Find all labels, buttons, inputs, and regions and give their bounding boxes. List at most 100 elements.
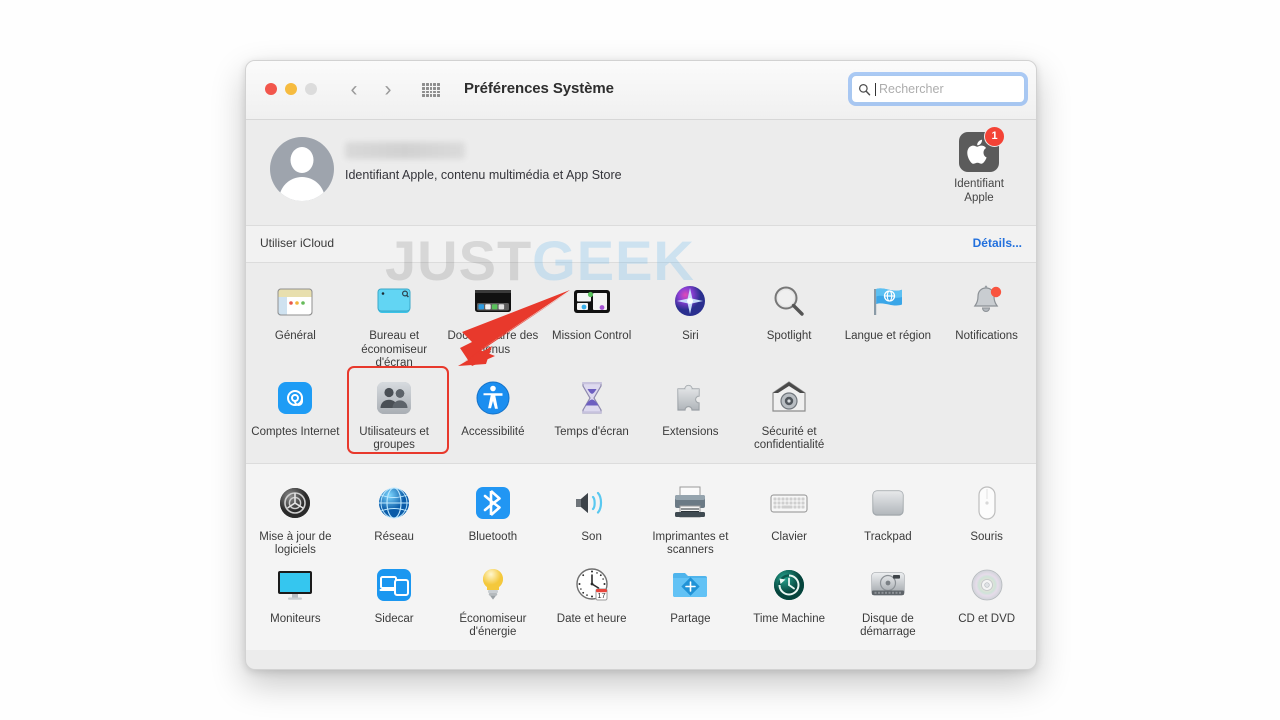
traffic-lights [265,83,317,95]
avatar-head [290,147,314,173]
forward-button[interactable]: › [382,78,394,102]
pref-item-general[interactable]: Général [246,275,345,371]
search-field[interactable]: Rechercher [851,75,1025,103]
dock-menubar-icon [444,279,543,325]
pref-item-mission-control[interactable]: Mission Control [542,275,641,371]
date-time-icon: 17 [542,562,641,608]
pref-item-language-region[interactable]: Langue et région [839,275,938,371]
desktop-screensaver-icon [345,279,444,325]
icloud-details-link[interactable]: Détails... [973,236,1022,250]
icloud-label: Utiliser iCloud [260,236,335,250]
pref-item-label: Partage [670,612,711,625]
bluetooth-icon [444,480,543,526]
spotlight-icon [740,279,839,325]
software-update-icon [246,480,345,526]
pref-item-label: Notifications [955,330,1018,342]
pref-item-users-groups[interactable]: Utilisateurs et groupes [345,371,444,453]
extensions-icon [641,375,740,421]
pref-item-sound[interactable]: Son [542,476,641,558]
pref-item-bluetooth[interactable]: Bluetooth [444,476,543,558]
pref-item-software-update[interactable]: Mise à jour de logiciels [246,476,345,558]
pref-item-label: Temps d'écran [554,425,629,438]
screenshot-root: ‹ › Préférences Système Rechercher Ident… [0,0,1280,720]
pref-item-label: Bureau et économiseur d'écran [361,330,428,369]
apple-logo-tile: 1 [959,126,1005,172]
avatar-body [279,177,325,201]
pref-item-siri[interactable]: Siri [641,275,740,371]
pref-item-label: Bluetooth [468,530,518,543]
pref-item-dock-menubar[interactable]: Dock et barre des menus [444,275,543,371]
sharing-icon [641,562,740,608]
pref-item-label: Mise à jour de logiciels [259,530,332,557]
pref-item-date-time[interactable]: 17 Date et heure [542,558,641,640]
security-privacy-icon [740,375,839,421]
apple-id-item[interactable]: 1 Identifiant Apple [936,126,1022,205]
mouse-icon [937,480,1036,526]
pref-item-label: Extensions [662,425,719,438]
pref-item-extensions[interactable]: Extensions [641,371,740,453]
pref-item-network[interactable]: Réseau [345,476,444,558]
language-region-icon [839,279,938,325]
pref-item-spotlight[interactable]: Spotlight [740,275,839,371]
pref-item-label: Son [581,530,602,543]
minimize-button[interactable] [285,83,297,95]
pref-item-label: Moniteurs [270,612,321,625]
apple-account-row[interactable]: Identifiant Apple, contenu multimédia et… [246,120,1036,226]
keyboard-icon [740,480,839,526]
svg-text:17: 17 [597,591,605,600]
pref-item-notifications[interactable]: Notifications [937,275,1036,371]
internet-accounts-icon [246,375,345,421]
pref-item-printers-scanners[interactable]: Imprimantes et scanners [641,476,740,558]
search-placeholder: Rechercher [879,82,944,96]
search-icon [859,83,871,95]
pref-item-label: Mission Control [552,330,632,342]
pref-item-mouse[interactable]: Souris [937,476,1036,558]
close-button[interactable] [265,83,277,95]
pref-item-label: Spotlight [766,330,812,342]
pref-item-sidecar[interactable]: Sidecar [345,558,444,640]
pref-item-label: Souris [970,530,1003,543]
general-icon [246,279,345,325]
sound-icon [542,480,641,526]
apple-id-label-line1: Identifiant [954,178,1004,190]
show-all-grid-icon[interactable] [422,83,440,97]
preferences-row: Mise à jour de logiciels Réseau Bluetoot… [246,476,1036,558]
pref-item-sharing[interactable]: Partage [641,558,740,640]
pref-item-startup-disk[interactable]: Disque de démarrage [839,558,938,640]
pref-item-internet-accounts[interactable]: Comptes Internet [246,371,345,453]
pref-item-keyboard[interactable]: Clavier [740,476,839,558]
avatar[interactable] [270,137,334,201]
printers-scanners-icon [641,480,740,526]
pref-item-label: Langue et région [844,330,932,342]
time-machine-icon [740,562,839,608]
navigation-arrows: ‹ › [348,78,394,102]
preferences-row: Moniteurs Sidecar Économiseur d'énergie … [246,558,1036,640]
pref-item-label: Accessibilité [461,425,525,438]
back-button[interactable]: ‹ [348,78,360,102]
text-caret [875,82,876,96]
account-subtitle: Identifiant Apple, contenu multimédia et… [345,168,622,182]
pref-item-label: Général [274,330,316,342]
apple-id-badge: 1 [984,126,1005,147]
pref-item-accessibility[interactable]: Accessibilité [444,371,543,453]
pref-item-screen-time[interactable]: Temps d'écran [542,371,641,453]
pref-item-security-privacy[interactable]: Sécurité et confidentialité [740,371,839,453]
pref-item-time-machine[interactable]: Time Machine [740,558,839,640]
displays-icon [246,562,345,608]
pref-item-label: Réseau [374,530,414,543]
preferences-section-personal: Général Bureau et économiseur d'écran Do… [246,263,1036,463]
pref-item-label: Disque de démarrage [860,612,916,639]
window-title: Préférences Système [464,80,614,97]
pref-item-label: Trackpad [864,530,912,543]
pref-item-trackpad[interactable]: Trackpad [839,476,938,558]
zoom-button[interactable] [305,83,317,95]
pref-item-cd-dvd[interactable]: CD et DVD [937,558,1036,640]
pref-item-label: Économiseur d'énergie [459,612,527,639]
preferences-section-hardware: Mise à jour de logiciels Réseau Bluetoot… [246,462,1036,650]
pref-item-label: Dock et barre des menus [447,330,539,356]
pref-item-label: CD et DVD [958,612,1016,625]
apple-id-label-line2: Apple [964,192,994,204]
pref-item-displays[interactable]: Moniteurs [246,558,345,640]
pref-item-desktop-screensaver[interactable]: Bureau et économiseur d'écran [345,275,444,371]
pref-item-energy-saver[interactable]: Économiseur d'énergie [444,558,543,640]
